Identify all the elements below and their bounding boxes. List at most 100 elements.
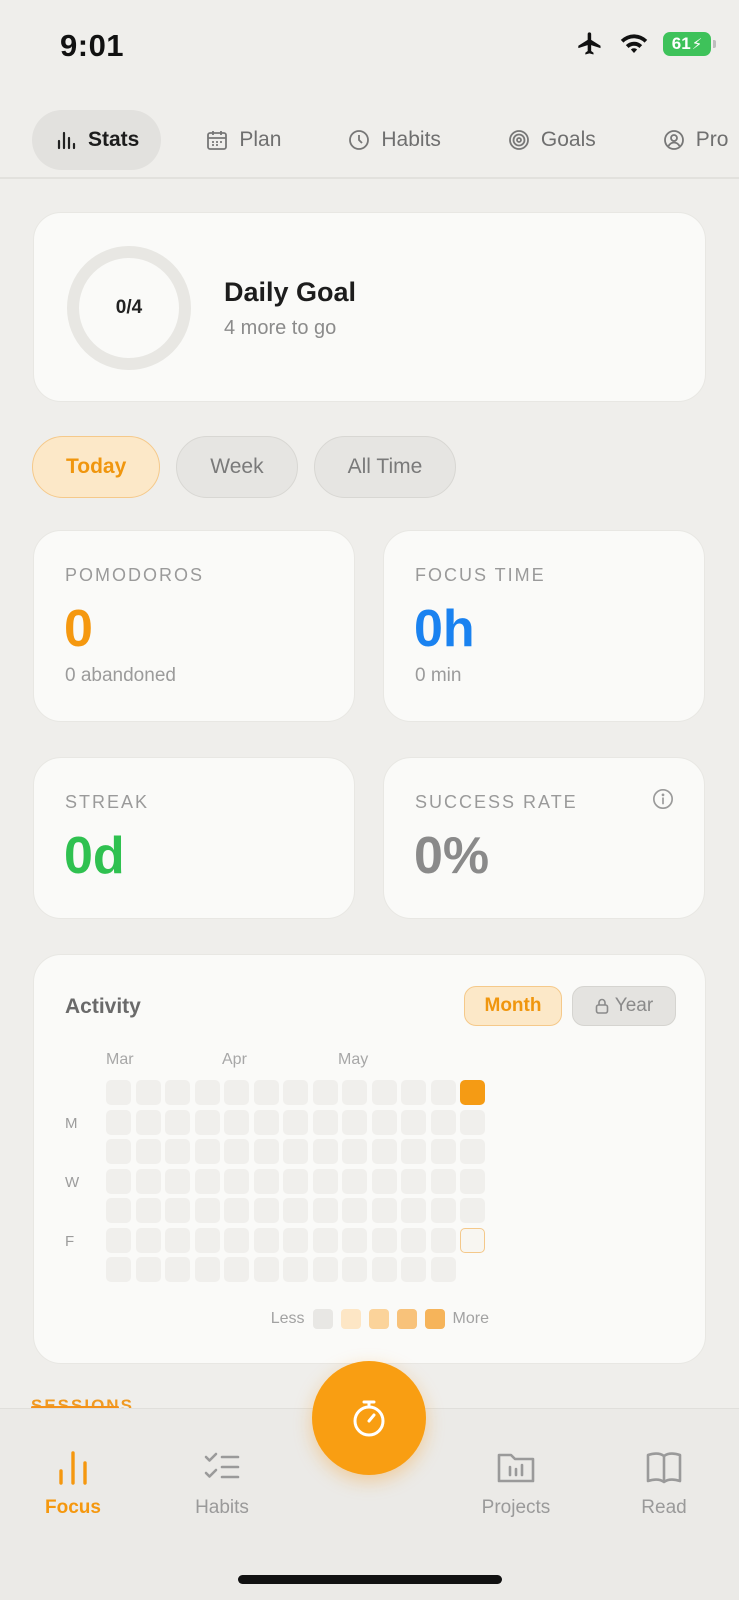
heatmap-cell [312,1139,338,1164]
success-rate-label: SUCCESS RATE [415,792,578,812]
heatmap-cell [283,1227,308,1253]
nav-focus[interactable]: Focus [13,1445,133,1519]
heatmap-cell [342,1198,367,1223]
range-label: Year [614,995,654,1016]
heatmap-cell [253,1198,279,1223]
heatmap-cell [460,1080,485,1105]
info-icon[interactable] [652,788,674,810]
wifi-icon [620,34,648,53]
nav-habits[interactable]: Habits [162,1445,282,1519]
heatmap-cell [106,1198,131,1223]
heatmap-cell [283,1080,308,1105]
heatmap-cell [135,1198,161,1223]
tab-label: Plan [239,128,282,151]
range-year-button[interactable]: Year [572,986,676,1026]
focus-time-value: 0h [414,600,475,658]
range-month-button[interactable]: Month [464,986,562,1026]
status-icons: 61 ⚡ [575,30,716,58]
heatmap-cell [460,1109,485,1135]
pomodoros-label: POMODOROS [65,565,205,585]
success-rate-card: SUCCESS RATE 0% [383,757,705,919]
heatmap-cell [253,1139,279,1164]
heatmap-cell [283,1198,308,1223]
tab-habits[interactable]: Habits [325,110,463,170]
heatmap-cell [460,1227,485,1253]
lock-icon [595,998,609,1014]
start-timer-button[interactable] [312,1361,426,1475]
heatmap-cell [401,1168,426,1194]
heatmap-cell [283,1257,308,1282]
heatmap-cell [342,1139,367,1164]
heatmap-cell [312,1168,338,1194]
book-icon [646,1452,682,1484]
tab-goals[interactable]: Goals [485,110,618,170]
heatmap-cell [342,1227,367,1253]
heatmap-cell [194,1168,220,1194]
battery-indicator: 61 ⚡ [663,32,716,56]
heatmap-cell [165,1080,190,1105]
nav-label: Habits [195,1497,249,1518]
heatmap-cell [430,1257,456,1282]
pomodoros-card: POMODOROS 0 0 abandoned [33,530,355,722]
heatmap-cell [430,1168,456,1194]
heatmap-cell [106,1257,131,1282]
heatmap-cell [371,1109,397,1135]
bar-chart-icon [59,1451,87,1485]
nav-label: Focus [45,1497,101,1518]
battery-level: 61 [671,34,691,53]
heatmap-cell [401,1080,426,1105]
tab-plan[interactable]: Plan [183,110,303,170]
tab-pro[interactable]: Pro [640,110,739,170]
period-week[interactable]: Week [176,436,298,498]
heatmap-cell [430,1080,456,1105]
heatmap-cell [342,1109,367,1135]
heatmap-cell [312,1257,338,1282]
focus-time-sub: 0 min [415,665,462,686]
heatmap-cell [224,1139,249,1164]
heatmap-cell [106,1227,131,1253]
tab-label: Stats [88,128,140,151]
status-bar: 9:01 61 ⚡ [0,0,739,90]
tab-label: Pro [695,128,729,151]
daily-goal-subtitle: 4 more to go [224,317,337,339]
heatmap-cell [371,1168,397,1194]
legend-less: Less [270,1310,305,1327]
heatmap-cell [401,1257,426,1282]
heatmap-cell [460,1168,485,1194]
heatmap-cell [135,1168,161,1194]
calendar-icon [207,131,228,150]
heatmap-cell [224,1080,249,1105]
heatmap-cell [371,1080,397,1105]
heatmap-cell [135,1257,161,1282]
streak-value: 0d [64,827,125,885]
daily-goal-title: Daily Goal [224,277,357,307]
heatmap-cell [430,1227,456,1253]
pomodoros-value: 0 [64,600,93,658]
heatmap-cell [371,1257,397,1282]
day-label: M [65,1115,78,1132]
heatmap-cell [224,1168,249,1194]
streak-label: STREAK [65,792,150,812]
heatmap-cell [342,1257,367,1282]
daily-goal-card[interactable]: 0/4 Daily Goal 4 more to go [33,212,706,402]
heatmap-cell [165,1168,190,1194]
heatmap-cell [253,1168,279,1194]
nav-label: Read [641,1497,687,1518]
pomodoros-sub: 0 abandoned [65,665,176,686]
nav-projects[interactable]: Projects [456,1445,576,1519]
status-time: 9:01 [60,28,125,63]
folder-icon [497,1453,535,1483]
heatmap-cell [224,1257,249,1282]
activity-legend: Less More [271,1309,489,1329]
activity-card: Activity Month Year Mar Apr May M W F Le… [33,954,706,1364]
legend-swatch [424,1309,445,1329]
heatmap-cell [371,1198,397,1223]
period-today[interactable]: Today [32,436,161,498]
nav-read[interactable]: Read [604,1445,724,1519]
heatmap-cell [430,1198,456,1223]
tab-label: Habits [381,128,441,151]
clock-icon [349,130,370,150]
tab-stats[interactable]: Stats [32,110,162,170]
period-all-time[interactable]: All Time [313,436,457,498]
checklist-icon [204,1452,240,1479]
